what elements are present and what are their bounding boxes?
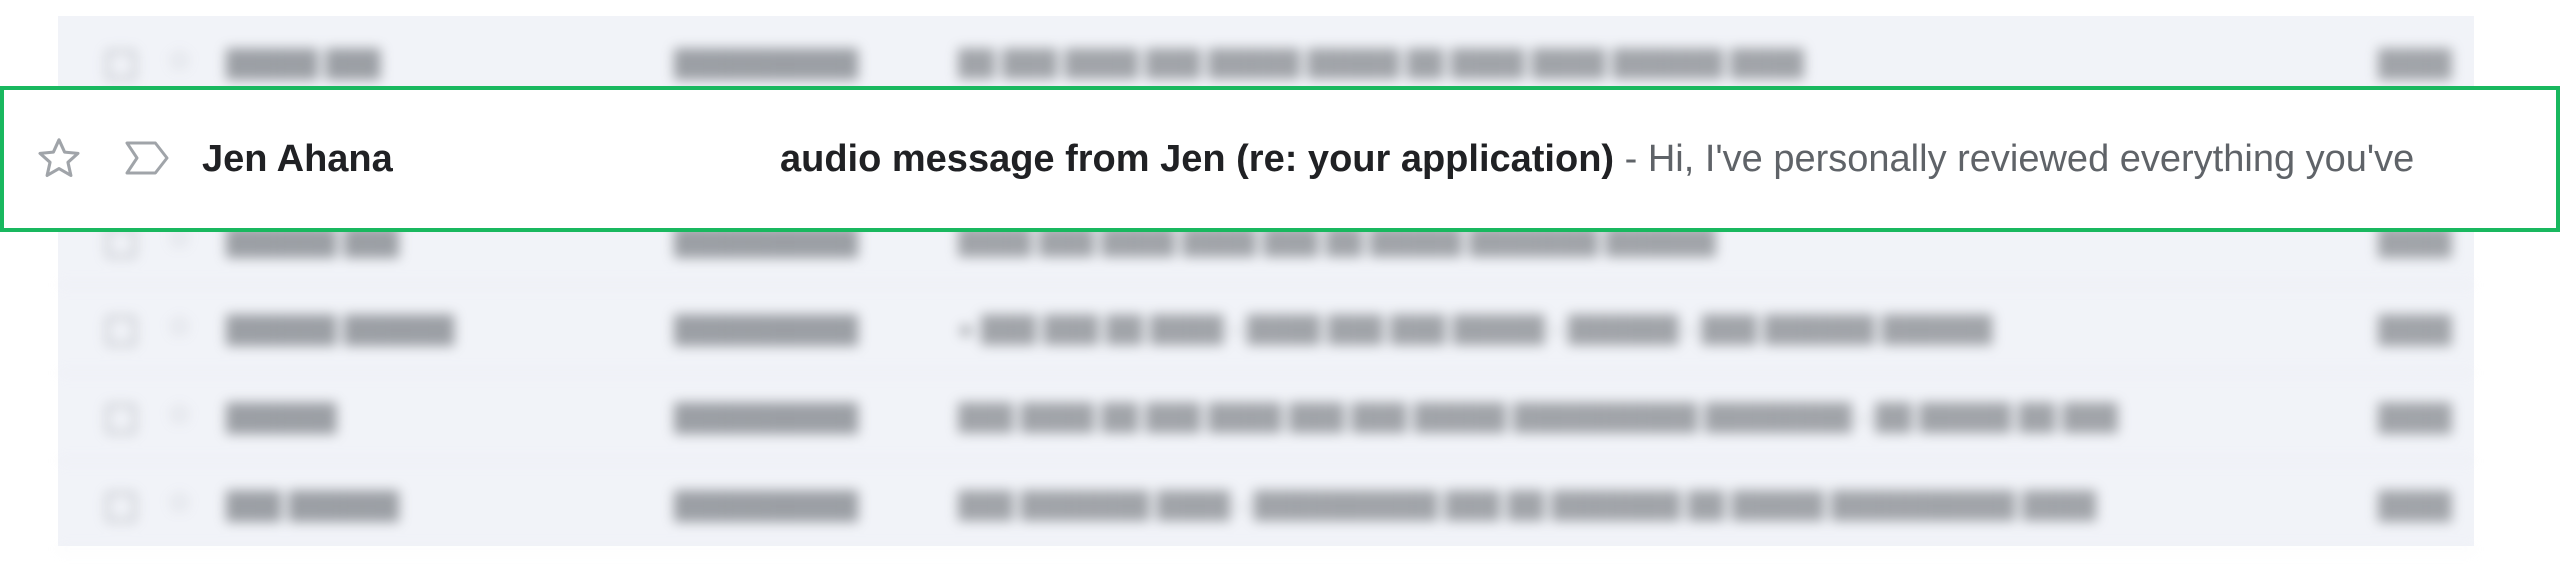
star-icon[interactable]: ☆	[166, 46, 193, 76]
blurred-date: ████	[2378, 314, 2452, 344]
label-icon[interactable]	[122, 138, 172, 178]
checkbox[interactable]	[106, 228, 136, 258]
email-subject-line: audio message from Jen (re: your applica…	[780, 90, 2548, 228]
blurred-address: ██████████	[674, 48, 859, 78]
blurred-subject: ███ ████ ██ ███ ████ ███ ███ █████ █████…	[958, 402, 2118, 432]
blurred-email-row[interactable]: ☆ ███ ██████ ██████████ ███ ███████ ████…	[58, 460, 2474, 550]
star-icon[interactable]: ☆	[166, 312, 193, 342]
blurred-date: ████	[2378, 490, 2452, 520]
blurred-subject: ● ███ ███ ██ ████ - ████ ███ ███ █████ -…	[958, 314, 1993, 344]
blurred-email-row[interactable]: ☆ ██████ ██████ ██████████ ● ███ ███ ██ …	[58, 284, 2474, 374]
blurred-date: ████	[2378, 402, 2452, 432]
blurred-email-row[interactable]: ☆ ██████ ██████████ ███ ████ ██ ███ ████…	[58, 372, 2474, 462]
blurred-address: ██████████	[674, 490, 859, 520]
email-subject: audio message from Jen (re: your applica…	[780, 138, 1615, 180]
star-icon[interactable]: ☆	[166, 488, 193, 518]
blurred-address: ██████████	[674, 314, 859, 344]
checkbox[interactable]	[106, 492, 136, 522]
checkbox[interactable]	[106, 50, 136, 80]
star-icon[interactable]: ☆	[166, 400, 193, 430]
blurred-date: ████	[2378, 48, 2452, 78]
email-sender: Jen Ahana	[202, 138, 393, 180]
blurred-sender: ███ ██████	[226, 490, 400, 520]
star-icon[interactable]	[34, 134, 84, 184]
checkbox[interactable]	[106, 316, 136, 346]
highlighted-email-row[interactable]: Jen Ahana audio message from Jen (re: yo…	[0, 86, 2560, 232]
blurred-address: ██████████	[674, 402, 859, 432]
blurred-subject: ███ ███████ ████ - ██████████ ███ ██ ███…	[958, 490, 2097, 520]
blurred-sender: ██████	[226, 402, 337, 432]
checkbox[interactable]	[106, 404, 136, 434]
blurred-sender: ██████ ██████	[226, 314, 455, 344]
email-snippet: Hi, I've personally reviewed everything …	[1647, 138, 2415, 180]
email-separator: -	[1614, 138, 1648, 180]
blurred-subject: ██ ███ ████ ███ █████ █████ ██ ████ ████…	[958, 48, 1804, 78]
blurred-sender: █████ ███	[226, 48, 381, 78]
